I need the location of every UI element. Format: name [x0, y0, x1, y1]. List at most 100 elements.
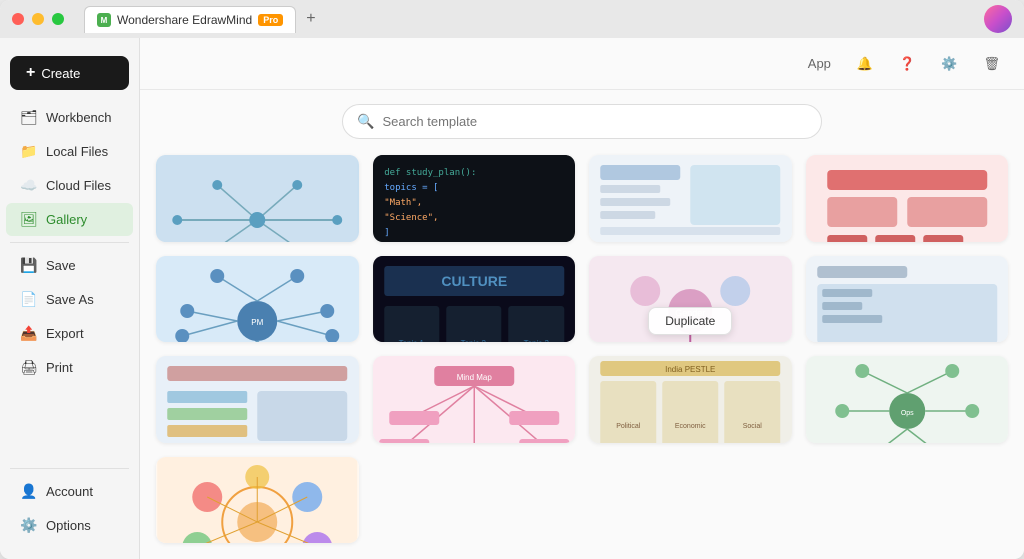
sidebar-item-print[interactable]: 🖨 Print — [6, 351, 133, 384]
sidebar-item-save[interactable]: 💾 Save — [6, 249, 133, 282]
sidebar-item-save-as[interactable]: 📄 Save As — [6, 283, 133, 316]
card-card-3[interactable]: Africa PESTLE Analysis C Co... ⭐ Upgrade — [589, 155, 792, 242]
sidebar-item-label: Account — [46, 484, 93, 499]
sidebar-item-label: Save As — [46, 292, 94, 307]
card-card-12[interactable]: Ops Operations Management Mindmap 👁 2.3k… — [806, 356, 1009, 443]
card-card-5[interactable]: PM Project Management Process 👁 2.4k ♡ 4… — [156, 256, 359, 343]
search-area: 🔍 — [140, 90, 1024, 147]
card-thumbnail: PM — [156, 256, 359, 343]
card-thumbnail: CULTURE Topic 1 Topic 2 Topic 3 — [373, 256, 576, 343]
sidebar-item-cloud-files[interactable]: ☁️ Cloud Files — [6, 169, 133, 202]
sidebar-divider-bottom — [10, 468, 129, 469]
svg-text:PM: PM — [251, 318, 263, 327]
app-window: M Wondershare EdrawMind Pro + + Create 🗂… — [0, 0, 1024, 559]
sidebar-item-label: Save — [46, 258, 76, 273]
export-icon: 📤 — [20, 325, 38, 342]
svg-text:Social: Social — [743, 423, 763, 430]
help-button[interactable]: ❓ — [891, 52, 923, 76]
svg-text:"Science",: "Science", — [384, 213, 438, 223]
tab-label: Wondershare EdrawMind — [117, 13, 252, 27]
svg-text:Topic 2: Topic 2 — [460, 339, 486, 343]
svg-text:"Math",: "Math", — [384, 198, 422, 208]
card-thumbnail — [806, 155, 1009, 242]
svg-text:topics = [: topics = [ — [384, 183, 438, 193]
maximize-button[interactable] — [52, 13, 64, 25]
content-area: App 🔔 ❓ ⚙️ 🗑 🔍 WSrbw... 👁 — [140, 38, 1024, 559]
sidebar-item-options[interactable]: ⚙️ Options — [6, 509, 133, 542]
sidebar-item-gallery[interactable]: 🖼 Gallery — [6, 203, 133, 236]
search-icon: 🔍 — [357, 113, 374, 130]
svg-text:Topic 3: Topic 3 — [523, 339, 549, 343]
main-tab[interactable]: M Wondershare EdrawMind Pro — [84, 6, 296, 33]
svg-text:Economic: Economic — [675, 423, 706, 430]
card-thumbnail — [589, 155, 792, 242]
sidebar-bottom: 👤 Account ⚙️ Options — [0, 462, 139, 551]
card-thumbnail — [156, 457, 359, 544]
sidebar-item-workbench[interactable]: 🗂 Workbench — [6, 101, 133, 134]
card-thumbnail: Ops — [806, 356, 1009, 443]
main-layout: + Create 🗂 Workbench 📁 Local Files ☁️ Cl… — [0, 38, 1024, 559]
print-icon: 🖨 — [20, 359, 38, 376]
svg-text:Topic 1: Topic 1 — [398, 339, 424, 343]
gallery-icon: 🖼 — [20, 211, 38, 228]
svg-text:Mind Map: Mind Map — [456, 373, 492, 382]
sidebar-item-label: Print — [46, 360, 73, 375]
profile-avatar[interactable] — [984, 5, 1012, 33]
card-thumbnail: def study_plan(): topics = [ "Math", "Sc… — [373, 155, 576, 242]
sidebar-item-label: Cloud Files — [46, 178, 111, 193]
card-card-6[interactable]: CULTURETopic 1Topic 2Topic 3 CULTURE 👁 4… — [373, 256, 576, 343]
card-card-13[interactable]: Educacion virtual — [156, 457, 359, 544]
save-icon: 💾 — [20, 257, 38, 274]
close-button[interactable] — [12, 13, 24, 25]
sidebar-item-export[interactable]: 📤 Export — [6, 317, 133, 350]
card-thumbnail — [156, 356, 359, 443]
card-card-1[interactable]: WSrbw... 👁 3.6k ♡ 26 👍 10 W WSrbw... — [156, 155, 359, 242]
card-card-9[interactable]: PENGANTAR ILMU ADMINISTRASI... 👁 2.6k ♡ … — [156, 356, 359, 443]
topbar: App 🔔 ❓ ⚙️ 🗑 — [140, 38, 1024, 90]
search-bar: 🔍 — [342, 104, 822, 139]
card-card-7[interactable]: GenderEquality Duplicate Gender Equality… — [589, 256, 792, 343]
svg-text:def study_plan():: def study_plan(): — [384, 168, 476, 178]
workbench-icon: 🗂 — [20, 109, 38, 126]
sidebar-item-label: Gallery — [46, 212, 87, 227]
card-thumbnail: India PESTLE Political Economic Social — [589, 356, 792, 443]
notification-button[interactable]: 🔔 — [849, 52, 881, 76]
svg-text:India PESTLE: India PESTLE — [665, 365, 715, 374]
sidebar-item-label: Local Files — [46, 144, 108, 159]
create-label: Create — [41, 66, 80, 81]
card-card-8[interactable]: South Africa PESTLE Analysis 👁 3.0k ♡ 9 … — [806, 256, 1009, 343]
app-button[interactable]: App — [800, 52, 839, 75]
create-button[interactable]: + Create — [10, 56, 129, 90]
trash-button[interactable]: 🗑 — [975, 52, 1008, 76]
svg-text:CULTURE: CULTURE — [441, 273, 507, 289]
sidebar: + Create 🗂 Workbench 📁 Local Files ☁️ Cl… — [0, 38, 140, 559]
save-as-icon: 📄 — [20, 291, 38, 308]
minimize-button[interactable] — [32, 13, 44, 25]
edrawmind-tab-icon: M — [97, 13, 111, 27]
search-input[interactable] — [382, 114, 807, 129]
card-card-2[interactable]: def study_plan(): topics = [ "Math", "Sc… — [373, 155, 576, 242]
pro-badge-tab: Pro — [258, 14, 283, 26]
gallery-grid: WSrbw... 👁 3.6k ♡ 26 👍 10 W WSrbw... def… — [140, 147, 1024, 559]
svg-text:Political: Political — [616, 423, 641, 430]
plus-icon: + — [26, 64, 35, 82]
duplicate-overlay: Duplicate — [648, 307, 732, 335]
card-card-11[interactable]: India PESTLE Political Economic Social Indi… — [589, 356, 792, 443]
card-card-10[interactable]: Mind Map Mind Mapping Pergaulan Tidak Se… — [373, 356, 576, 443]
cloud-files-icon: ☁️ — [20, 177, 38, 194]
card-thumbnail: Mind Map — [373, 356, 576, 443]
new-tab-button[interactable]: + — [300, 10, 321, 28]
sidebar-item-account[interactable]: 👤 Account — [6, 475, 133, 508]
sidebar-item-local-files[interactable]: 📁 Local Files — [6, 135, 133, 168]
sidebar-top: 🗂 Workbench 📁 Local Files ☁️ Cloud Files… — [0, 100, 139, 462]
sidebar-divider — [10, 242, 129, 243]
svg-text:]: ] — [384, 228, 389, 238]
tab-area: M Wondershare EdrawMind Pro + — [84, 6, 322, 33]
card-card-4[interactable]: ARUNI... 👁 4.2k ♡ 1 👍 2 A ARUNI... — [806, 155, 1009, 242]
local-files-icon: 📁 — [20, 143, 38, 160]
card-thumbnail — [806, 256, 1009, 343]
card-thumbnail: GenderEquality Duplicate — [589, 256, 792, 343]
options-icon: ⚙️ — [20, 517, 38, 534]
account-icon: 👤 — [20, 483, 38, 500]
settings-button[interactable]: ⚙️ — [933, 52, 965, 76]
